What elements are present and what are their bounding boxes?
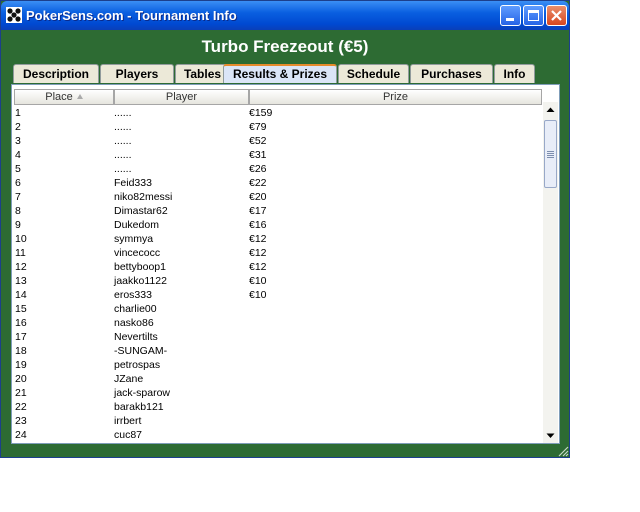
table-row[interactable]: 14 eros333 €10 bbox=[14, 288, 542, 302]
table-header: Place Player Prize bbox=[14, 89, 542, 105]
scroll-up-icon bbox=[546, 107, 555, 112]
title-bar[interactable]: PokerSens.com - Tournament Info bbox=[1, 1, 569, 30]
close-button[interactable] bbox=[546, 5, 567, 26]
results-table-body: 1...... €159 2...... €79 3...... €52 4.....… bbox=[14, 106, 542, 442]
table-row[interactable]: 17 Nevertilts bbox=[14, 330, 542, 344]
table-row[interactable]: 1...... €159 bbox=[14, 106, 542, 120]
table-row[interactable]: 6 Feid333 €22 bbox=[14, 176, 542, 190]
tab-tables[interactable]: Tables bbox=[175, 64, 230, 83]
window-title: PokerSens.com - Tournament Info bbox=[26, 8, 237, 23]
table-row[interactable]: 22 barakb121 bbox=[14, 400, 542, 414]
table-row[interactable]: 8 Dimastar62 €17 bbox=[14, 204, 542, 218]
tab-info[interactable]: Info bbox=[494, 64, 535, 83]
tab-results-prizes[interactable]: Results & Prizes bbox=[223, 64, 337, 83]
tab-description[interactable]: Description bbox=[13, 64, 99, 83]
table-row[interactable]: 18 -SUNGAM- bbox=[14, 344, 542, 358]
scroll-down-button[interactable] bbox=[543, 428, 558, 443]
minimize-icon bbox=[506, 18, 514, 21]
table-row[interactable]: 23 irrbert bbox=[14, 414, 542, 428]
app-icon bbox=[6, 7, 22, 23]
table-row[interactable]: 16 nasko86 bbox=[14, 316, 542, 330]
column-header-player[interactable]: Player bbox=[114, 89, 249, 105]
table-row[interactable]: 13 jaakko1122 €10 bbox=[14, 274, 542, 288]
sort-ascending-icon bbox=[76, 94, 83, 99]
column-header-prize[interactable]: Prize bbox=[249, 89, 542, 105]
table-row[interactable]: 7 niko82messi €20 bbox=[14, 190, 542, 204]
tournament-name: Turbo Freezeout (€5) bbox=[201, 37, 369, 56]
table-row[interactable]: 12 bettyboop1 €12 bbox=[14, 260, 542, 274]
table-row[interactable]: 10 symmya €12 bbox=[14, 232, 542, 246]
minimize-button[interactable] bbox=[500, 5, 521, 26]
table-row[interactable]: 3...... €52 bbox=[14, 134, 542, 148]
results-panel: Place Player Prize 1...... €159 2...... €7… bbox=[11, 84, 560, 444]
scrollbar-thumb[interactable] bbox=[544, 120, 557, 188]
table-row[interactable]: 15 charlie00 bbox=[14, 302, 542, 316]
table-row[interactable]: 20 JZane bbox=[14, 372, 542, 386]
table-row[interactable]: 5...... €26 bbox=[14, 162, 542, 176]
tournament-info-window: PokerSens.com - Tournament Info Turbo Fr… bbox=[0, 0, 570, 458]
scroll-up-button[interactable] bbox=[543, 102, 558, 117]
table-row[interactable]: 2...... €79 bbox=[14, 120, 542, 134]
table-row[interactable]: 11 vincecocc €12 bbox=[14, 246, 542, 260]
tab-players[interactable]: Players bbox=[100, 64, 174, 83]
table-row[interactable]: 4...... €31 bbox=[14, 148, 542, 162]
table-row[interactable]: 9 Dukedom €16 bbox=[14, 218, 542, 232]
resize-grip-icon[interactable] bbox=[557, 444, 569, 457]
tab-purchases[interactable]: Purchases bbox=[410, 64, 493, 83]
close-icon bbox=[551, 10, 562, 21]
scroll-down-icon bbox=[546, 433, 555, 438]
vertical-scrollbar[interactable] bbox=[543, 102, 558, 443]
maximize-icon bbox=[528, 10, 539, 21]
table-row[interactable]: 19 petrospas bbox=[14, 358, 542, 372]
table-row[interactable]: 24 cuc87 bbox=[14, 428, 542, 442]
maximize-button[interactable] bbox=[523, 5, 544, 26]
table-row[interactable]: 21 jack-sparow bbox=[14, 386, 542, 400]
tab-schedule[interactable]: Schedule bbox=[338, 64, 409, 83]
column-header-place[interactable]: Place bbox=[14, 89, 114, 105]
